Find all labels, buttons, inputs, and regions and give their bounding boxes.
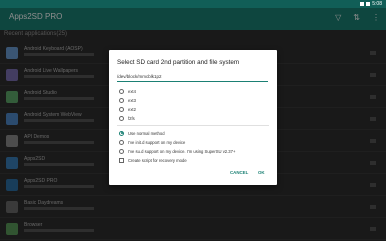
method-option-label: I've su.d support on my device. I'm usin…	[128, 148, 236, 154]
status-time: 5:08	[372, 1, 382, 7]
status-bar: 5:08	[0, 0, 386, 8]
radio-icon	[119, 148, 124, 154]
fs-option-label: f2fs	[128, 115, 135, 121]
battery-icon	[366, 2, 371, 6]
recovery-script-checkbox[interactable]: Create script for recovery mode	[119, 156, 187, 164]
fs-option-label: ext4	[128, 88, 136, 94]
fs-option-ext2[interactable]: ext2	[119, 105, 136, 113]
fs-option-label: ext2	[128, 106, 136, 112]
fs-option-ext3[interactable]: ext3	[119, 96, 136, 104]
checkbox-label: Create script for recovery mode	[128, 157, 187, 163]
cancel-button[interactable]: CANCEL	[230, 170, 248, 175]
divider	[117, 125, 269, 126]
ok-button[interactable]: OK	[258, 170, 265, 175]
radio-selected-icon	[119, 130, 124, 136]
radio-icon	[119, 115, 124, 121]
method-option-initd[interactable]: I've init.d support on my device	[119, 138, 185, 146]
fs-option-f2fs[interactable]: f2fs	[119, 114, 135, 122]
radio-icon	[119, 139, 124, 145]
status-icons: 5:08	[360, 0, 382, 8]
radio-icon	[119, 97, 124, 103]
fs-option-label: ext3	[128, 97, 136, 103]
method-option-sud[interactable]: I've su.d support on my device. I'm usin…	[119, 147, 235, 155]
method-option-normal[interactable]: Use normal method	[119, 129, 165, 137]
method-option-label: I've init.d support on my device	[128, 139, 186, 145]
dialog-title: Select SD card 2nd partition and file sy…	[117, 59, 240, 66]
radio-icon	[119, 88, 124, 94]
partition-dialog: Select SD card 2nd partition and file sy…	[109, 50, 277, 185]
partition-path-input[interactable]: /dev/block/mmcblk1p2	[117, 72, 268, 82]
radio-icon	[119, 106, 124, 112]
signal-icon	[360, 2, 365, 6]
method-option-label: Use normal method	[128, 130, 165, 136]
fs-option-ext4[interactable]: ext4	[119, 87, 136, 95]
checkbox-icon	[119, 157, 124, 163]
